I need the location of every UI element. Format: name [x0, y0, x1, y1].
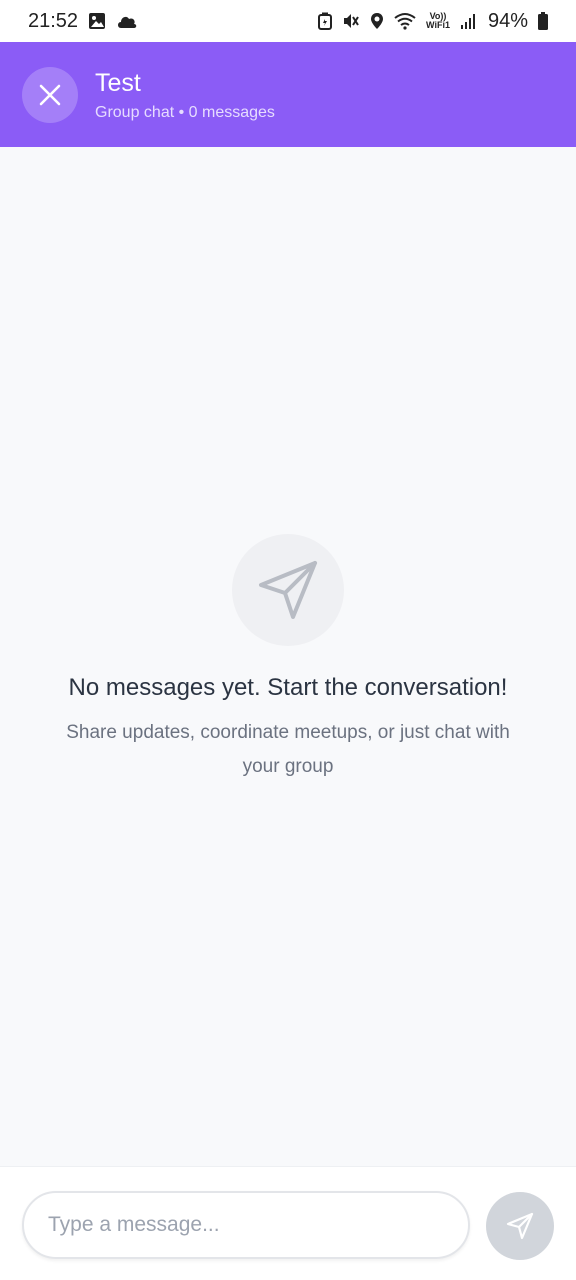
image-icon	[88, 12, 106, 30]
header-text: Test Group chat • 0 messages	[95, 68, 275, 122]
status-time: 21:52	[28, 9, 79, 32]
empty-state-icon-circle	[232, 534, 344, 646]
status-bar: 21:52 Vo)) WiFi1 94%	[0, 0, 576, 42]
send-button[interactable]	[486, 1192, 554, 1260]
wifi-icon	[394, 12, 416, 30]
wifi-calling-label: WiFi1	[426, 20, 450, 30]
message-composer	[0, 1166, 576, 1280]
voip-wifi-indicator: Vo)) WiFi1	[426, 12, 450, 30]
battery-saver-icon	[318, 12, 333, 30]
message-input[interactable]	[22, 1191, 470, 1259]
empty-state-title: No messages yet. Start the conversation!	[68, 674, 508, 701]
chat-header: Test Group chat • 0 messages	[0, 42, 576, 147]
empty-state: No messages yet. Start the conversation!…	[0, 534, 576, 784]
signal-icon	[460, 12, 478, 30]
mute-vibrate-icon	[342, 12, 360, 30]
chat-title: Test	[95, 68, 141, 97]
send-icon	[505, 1211, 535, 1241]
close-button[interactable]	[22, 66, 78, 123]
send-icon	[255, 557, 321, 623]
chat-screen: 21:52 Vo)) WiFi1 94% Test Group chat • 0…	[0, 0, 576, 1280]
status-bar-right: Vo)) WiFi1 94%	[318, 10, 548, 33]
battery-icon	[538, 12, 548, 30]
cloud-icon	[116, 13, 138, 29]
battery-percent: 94%	[487, 9, 528, 32]
status-bar-left: 21:52	[28, 10, 138, 33]
location-icon	[370, 12, 384, 30]
close-icon	[38, 83, 62, 107]
empty-state-description: Share updates, coordinate meetups, or ju…	[66, 722, 510, 777]
chat-subtitle: Group chat • 0 messages	[95, 103, 275, 121]
